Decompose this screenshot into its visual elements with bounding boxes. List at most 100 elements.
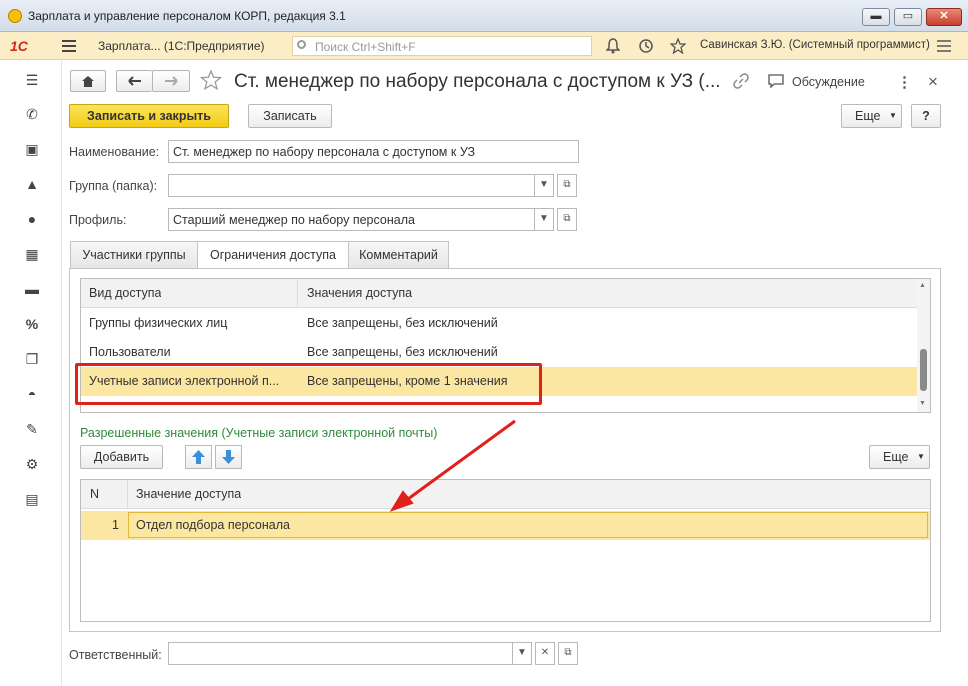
favorite-star-icon[interactable] [199, 69, 223, 94]
gear-icon[interactable]: ⚙ [24, 456, 40, 472]
group-field[interactable] [168, 174, 535, 197]
main-menu-icon[interactable] [62, 40, 76, 52]
allowed-values-table[interactable]: N Значение доступа 1 Отдел подбора персо… [80, 479, 931, 622]
arrow-down-icon [222, 450, 235, 464]
profile-dropdown-button[interactable]: ▼ [534, 208, 554, 231]
access-kind-cell: Пользователи [89, 345, 171, 359]
percent-icon[interactable]: % [24, 316, 40, 332]
table-row[interactable]: Группы физических лиц Все запрещены, без… [81, 309, 917, 338]
group-label: Группа (папка): [69, 179, 158, 193]
more-button-label: Еще [855, 109, 881, 123]
responsible-clear-button[interactable]: ✕ [535, 642, 555, 665]
table-header: N Значение доступа [81, 480, 930, 509]
app-title: Зарплата... (1С:Предприятие) [98, 39, 265, 53]
table-scrollbar[interactable]: ▲ ▼ [917, 279, 930, 412]
discussion-button[interactable]: Обсуждение [792, 75, 865, 89]
more-button[interactable]: Еще ▼ [841, 104, 902, 128]
home-button[interactable] [70, 70, 106, 92]
current-user[interactable]: Савинская З.Ю. (Системный программист) [700, 39, 930, 51]
name-label: Наименование: [69, 145, 160, 159]
column-header-access-kind[interactable]: Вид доступа [89, 286, 161, 300]
column-header-access-value[interactable]: Значение доступа [136, 487, 241, 501]
scroll-down-icon[interactable]: ▼ [919, 400, 926, 407]
access-value-cell: Все запрещены, без исключений [307, 316, 498, 330]
search-input[interactable]: Поиск Ctrl+Shift+F [292, 36, 592, 56]
responsible-label: Ответственный: [69, 648, 162, 662]
form-title: Ст. менеджер по набору персонала с досту… [234, 71, 721, 92]
arrow-right-icon [165, 76, 178, 86]
main-menu-list-icon[interactable]: ☰ [24, 72, 40, 88]
phone-icon[interactable]: ✆ [24, 106, 40, 122]
tab-access-restrictions[interactable]: Ограничения доступа [197, 241, 349, 269]
app-logo-icon [8, 9, 22, 23]
app-toolbar: 1С Зарплата... (1С:Предприятие) Поиск Ct… [0, 32, 968, 60]
window-title: Зарплата и управление персоналом КОРП, р… [28, 9, 346, 23]
profile-open-button[interactable]: ⧉ [557, 208, 577, 231]
group-open-button[interactable]: ⧉ [557, 174, 577, 197]
table-row-selected[interactable]: 1 Отдел подбора персонала [81, 511, 930, 540]
column-header-access-values[interactable]: Значения доступа [307, 286, 412, 300]
allowed-more-button[interactable]: Еще ▼ [869, 445, 930, 469]
name-field[interactable]: Ст. менеджер по набору персонала с досту… [168, 140, 579, 163]
discussion-icon[interactable] [768, 74, 784, 91]
access-value-cell[interactable]: Отдел подбора персонала [136, 518, 290, 532]
form-close-icon[interactable]: × [928, 72, 938, 92]
help-button[interactable]: ? [911, 104, 941, 128]
back-button[interactable] [116, 70, 152, 92]
search-icon [297, 40, 306, 49]
responsible-field[interactable] [168, 642, 513, 665]
group-dropdown-button[interactable]: ▼ [534, 174, 554, 197]
star-icon[interactable] [669, 37, 687, 57]
id-card-icon[interactable]: ▤ [24, 491, 40, 507]
chevron-down-icon: ▼ [917, 452, 925, 461]
search-placeholder: Поиск Ctrl+Shift+F [315, 40, 416, 54]
gift-icon[interactable]: ▣ [24, 141, 40, 157]
responsible-open-button[interactable]: ⧉ [558, 642, 578, 665]
form-more-menu-icon[interactable]: ⋮ [897, 73, 912, 91]
responsible-dropdown-button[interactable]: ▼ [512, 642, 532, 665]
add-button[interactable]: Добавить [80, 445, 163, 469]
column-header-n[interactable]: N [90, 487, 99, 501]
arrow-up-icon [192, 450, 205, 464]
save-and-close-button[interactable]: Записать и закрыть [69, 104, 229, 128]
1c-logo[interactable]: 1С [10, 38, 28, 54]
save-button[interactable]: Записать [248, 104, 332, 128]
history-icon[interactable] [638, 38, 654, 57]
minimize-button[interactable]: ▬ [862, 8, 890, 26]
window-titlebar: Зарплата и управление персоналом КОРП, р… [0, 0, 968, 32]
access-kind-cell: Группы физических лиц [89, 316, 228, 330]
graduation-cap-icon[interactable]: ▲ [24, 176, 40, 192]
bell-icon[interactable] [605, 38, 621, 57]
sections-sidebar: ☰ ✆ ▣ ▲ ● ▦ ▬ % ❐ ◓ ✎ ⚙ ▤ [0, 60, 62, 686]
settings-menu-icon[interactable] [936, 38, 952, 57]
wallet-icon[interactable]: ▬ [24, 281, 40, 297]
calculator-icon[interactable]: ▦ [24, 246, 40, 262]
documents-icon[interactable]: ❐ [24, 351, 40, 367]
column-divider [297, 279, 298, 308]
forward-button[interactable] [152, 70, 190, 92]
arrow-left-icon [127, 76, 141, 86]
people-icon[interactable]: ● [24, 211, 40, 227]
row-number-cell: 1 [112, 518, 119, 532]
allowed-more-label: Еще [883, 450, 909, 464]
profile-field[interactable]: Старший менеджер по набору персонала [168, 208, 535, 231]
wrench-icon[interactable]: ✎ [24, 421, 40, 437]
scroll-up-icon[interactable]: ▲ [919, 282, 926, 289]
worker-helmet-icon[interactable]: ◓ [24, 386, 40, 402]
link-icon[interactable] [733, 73, 749, 92]
tab-group-members[interactable]: Участники группы [70, 241, 198, 268]
home-icon [82, 76, 94, 87]
move-up-button[interactable] [185, 445, 212, 469]
move-down-button[interactable] [215, 445, 242, 469]
allowed-values-title: Разрешенные значения (Учетные записи эле… [80, 426, 438, 440]
tab-comment[interactable]: Комментарий [348, 241, 449, 268]
highlight-frame [75, 363, 542, 405]
section-divider [80, 434, 930, 435]
maximize-button[interactable]: ▭ [894, 8, 922, 26]
column-divider [127, 480, 128, 509]
profile-label: Профиль: [69, 213, 127, 227]
window-close-button[interactable]: ✕ [926, 8, 962, 26]
access-value-cell: Все запрещены, без исключений [307, 345, 498, 359]
table-header: Вид доступа Значения доступа [81, 279, 917, 308]
scrollbar-thumb[interactable] [920, 349, 927, 391]
